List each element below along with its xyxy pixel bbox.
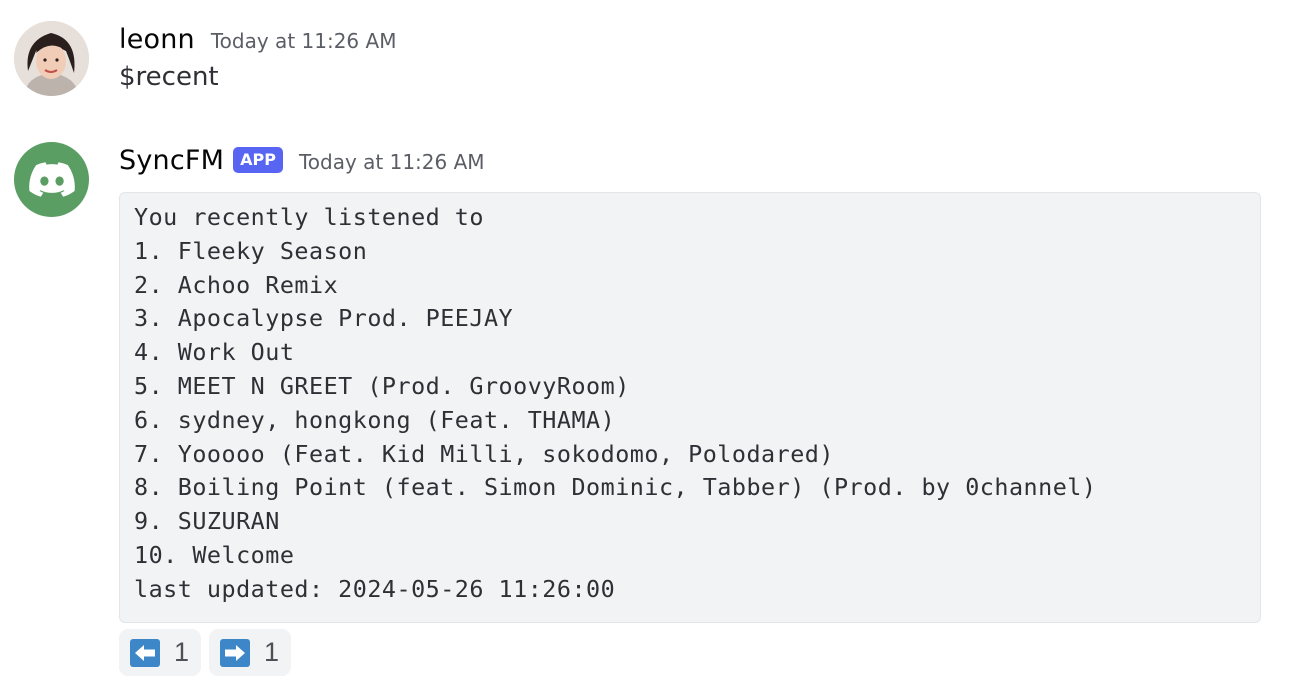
code-line: last updated: 2024-05-26 11:26:00 bbox=[134, 574, 616, 603]
timestamp[interactable]: Today at 11:26 AM bbox=[299, 150, 485, 174]
reactions-bar: 1 1 bbox=[119, 629, 291, 676]
code-line: 6. sydney, hongkong (Feat. THAMA) bbox=[134, 405, 616, 434]
code-block: You recently listened to 1. Fleeky Seaso… bbox=[119, 192, 1261, 623]
code-line: 1. Fleeky Season bbox=[134, 236, 368, 265]
message-text: $recent bbox=[119, 62, 219, 92]
discord-logo-icon bbox=[28, 161, 75, 197]
code-line: You recently listened to bbox=[134, 203, 484, 231]
app-badge: APP bbox=[233, 147, 283, 173]
code-line: 4. Work Out bbox=[134, 338, 295, 367]
left-arrow-icon bbox=[130, 638, 160, 667]
avatar[interactable] bbox=[14, 142, 89, 217]
code-line: 10. Welcome bbox=[134, 540, 295, 569]
reaction-right-arrow[interactable]: 1 bbox=[209, 629, 291, 676]
avatar[interactable] bbox=[14, 21, 89, 96]
username[interactable]: leonn bbox=[119, 24, 195, 55]
code-line: 8. Boiling Point (feat. Simon Dominic, T… bbox=[134, 473, 1097, 502]
code-line: 2. Achoo Remix bbox=[134, 270, 339, 299]
message-header: leonn Today at 11:26 AM bbox=[119, 24, 396, 55]
message-header: SyncFM APP Today at 11:26 AM bbox=[119, 145, 485, 177]
username[interactable]: SyncFM bbox=[119, 145, 224, 176]
code-line: 7. Yooooo (Feat. Kid Milli, sokodomo, Po… bbox=[134, 439, 834, 468]
reaction-left-arrow[interactable]: 1 bbox=[119, 629, 201, 676]
reaction-count: 1 bbox=[264, 637, 280, 667]
user-photo-icon bbox=[14, 21, 89, 96]
timestamp[interactable]: Today at 11:26 AM bbox=[211, 29, 397, 53]
code-line: 9. SUZURAN bbox=[134, 507, 280, 536]
code-line: 3. Apocalypse Prod. PEEJAY bbox=[134, 304, 514, 333]
code-line: 5. MEET N GREET (Prod. GroovyRoom) bbox=[134, 371, 630, 400]
reaction-count: 1 bbox=[174, 637, 190, 667]
right-arrow-icon bbox=[220, 638, 250, 667]
